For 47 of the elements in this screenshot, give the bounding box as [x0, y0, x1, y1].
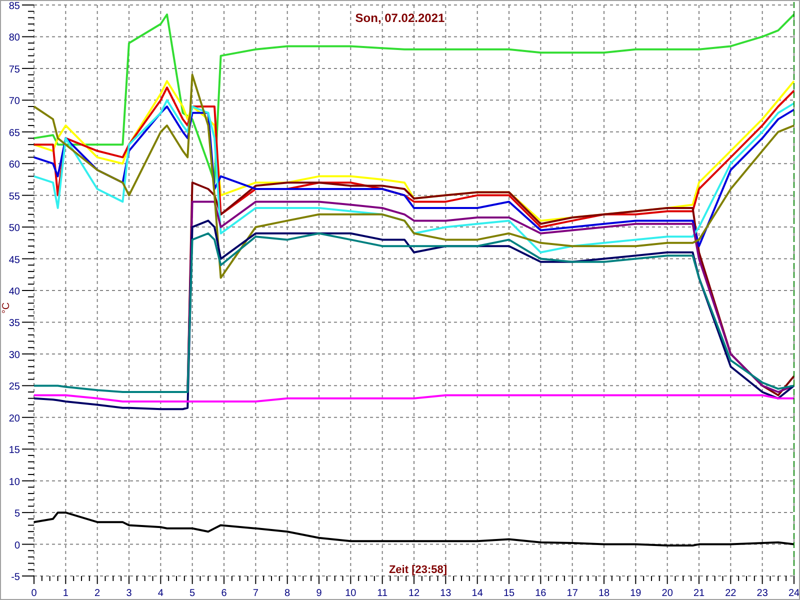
- y-tick-label: 80: [8, 32, 20, 44]
- x-tick-label: 24: [788, 588, 799, 599]
- x-tick-label: 2: [94, 588, 100, 599]
- y-tick-label: 35: [8, 318, 20, 330]
- x-tick-label: 5: [190, 588, 196, 599]
- y-tick-label: 65: [8, 128, 20, 139]
- y-axis-label: °C: [1, 302, 12, 314]
- y-tick-label: 25: [8, 382, 20, 393]
- y-tick-label: 60: [8, 160, 20, 171]
- x-tick-label: 13: [440, 588, 452, 599]
- x-tick-label: 23: [756, 588, 768, 599]
- y-tick-label: 85: [8, 1, 20, 12]
- y-tick-label: 30: [8, 350, 20, 361]
- y-tick-label: 20: [8, 413, 20, 424]
- x-tick-label: 4: [158, 588, 164, 599]
- y-tick-label: 40: [8, 286, 20, 298]
- x-tick-label: 11: [377, 588, 388, 599]
- x-tick-label: 0: [31, 588, 37, 599]
- y-tick-label: 75: [8, 64, 20, 76]
- x-tick-label: 16: [535, 588, 546, 599]
- x-tick-label: 7: [252, 588, 258, 599]
- chart-title: Son, 07.02.2021: [355, 11, 445, 25]
- y-tick-label: 5: [14, 508, 20, 520]
- x-tick-label: 15: [503, 588, 515, 599]
- x-tick-label: 22: [725, 588, 736, 599]
- y-tick-label: 10: [8, 476, 20, 488]
- y-tick-label: 55: [8, 191, 20, 202]
- x-tick-label: 12: [408, 588, 420, 599]
- x-tick-label: 17: [566, 588, 578, 599]
- y-tick-label: 50: [8, 223, 20, 234]
- y-tick-label: 70: [8, 96, 20, 108]
- x-tick-label: 6: [221, 588, 227, 599]
- y-tick-label: 15: [8, 445, 20, 456]
- x-tick-label: 21: [693, 588, 705, 599]
- x-axis-label: Zeit [23:58]: [388, 564, 448, 576]
- x-tick-label: 3: [126, 588, 132, 599]
- x-tick-label: 1: [62, 588, 68, 599]
- y-tick-label: -5: [11, 572, 20, 583]
- x-tick-label: 14: [472, 588, 483, 599]
- y-tick-label: 0: [14, 540, 20, 552]
- x-tick-label: 19: [630, 588, 642, 599]
- y-tick-label: 45: [8, 254, 20, 266]
- x-tick-label: 9: [316, 588, 322, 599]
- x-tick-label: 8: [284, 588, 290, 599]
- x-tick-label: 18: [598, 588, 610, 599]
- x-tick-label: 10: [345, 588, 356, 599]
- x-tick-label: 20: [662, 588, 673, 599]
